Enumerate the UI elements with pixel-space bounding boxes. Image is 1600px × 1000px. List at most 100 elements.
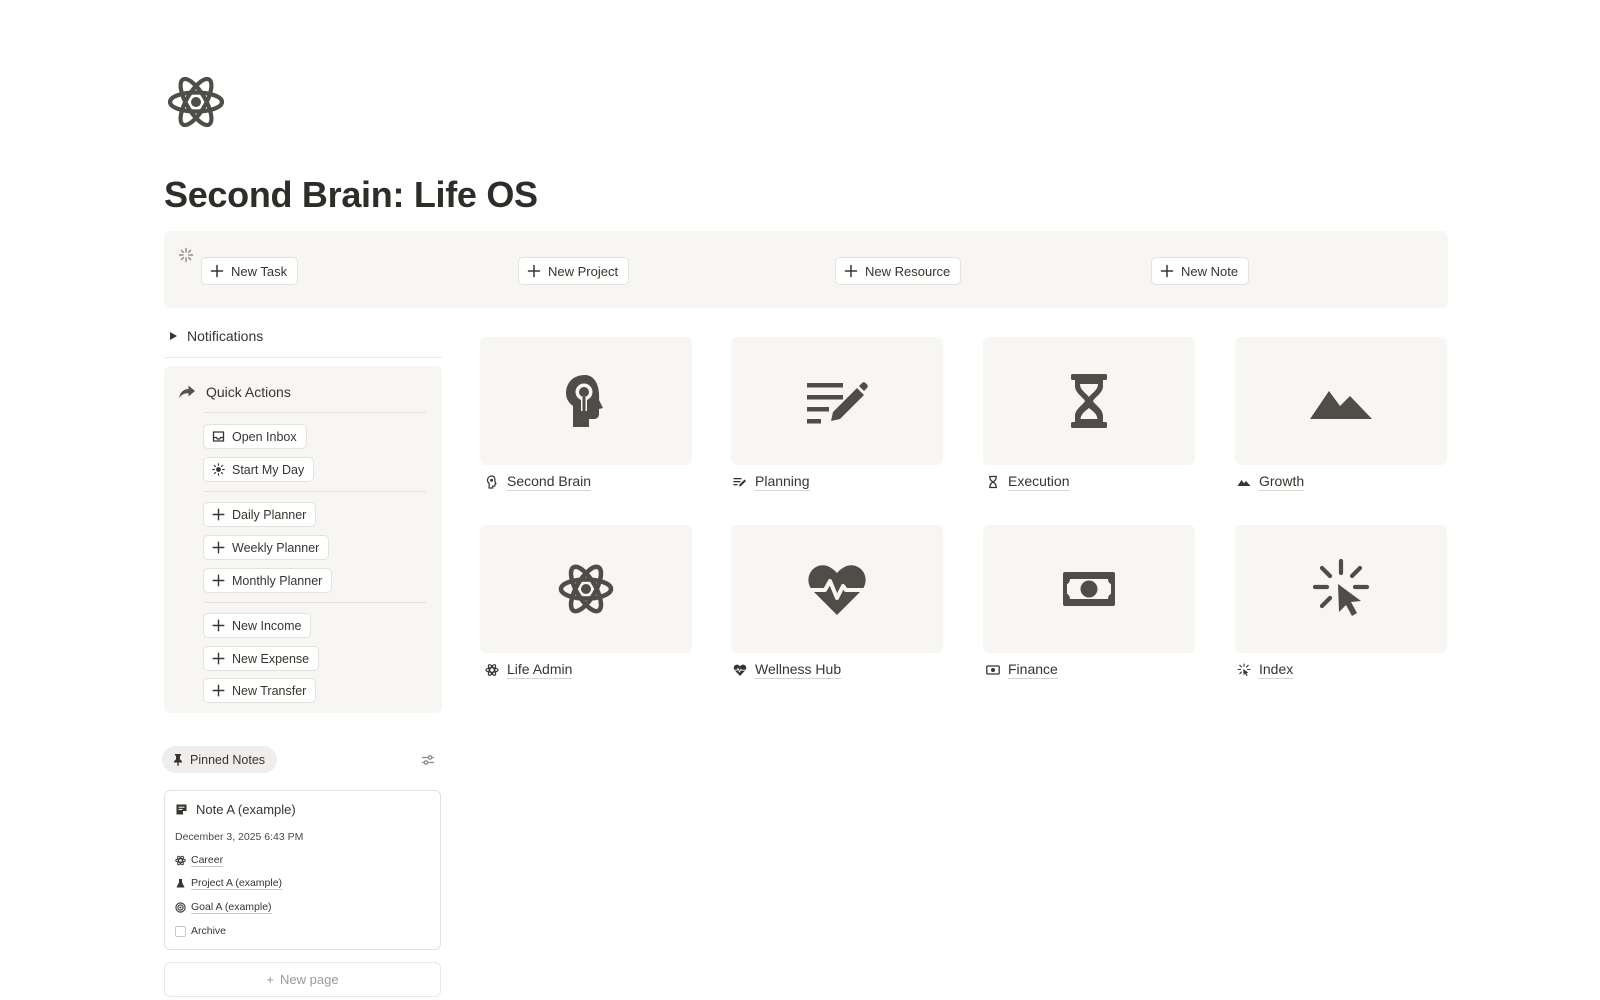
note-date: December 3, 2025 6:43 PM [175, 831, 304, 843]
note-title[interactable]: Note A (example) [175, 802, 296, 817]
tile-planning[interactable] [731, 337, 943, 465]
new-page-button[interactable]: + New page [164, 962, 441, 997]
archive-checkbox[interactable] [175, 925, 186, 937]
tile-life-admin-label[interactable]: Life Admin [485, 661, 573, 679]
weekly-planner-button[interactable]: Weekly Planner [203, 535, 330, 560]
tile-second-brain-text: Second Brain [507, 473, 592, 491]
new-income-button[interactable]: New Income [203, 613, 312, 638]
tile-index-label[interactable]: Index [1237, 661, 1294, 679]
note-goal[interactable]: Goal A (example) [175, 901, 272, 914]
weekly-planner-label: Weekly Planner [232, 540, 320, 555]
monthly-planner-button[interactable]: Monthly Planner [203, 568, 333, 593]
note-area-text: Career [191, 854, 224, 867]
tile-planning-text: Planning [755, 473, 810, 491]
plus-icon [527, 264, 541, 278]
notifications-label: Notifications [187, 328, 264, 344]
note-area[interactable]: Career [175, 854, 224, 867]
target-icon [175, 902, 186, 913]
atom-icon [485, 664, 499, 676]
atom-icon [558, 564, 614, 614]
note-archive[interactable]: Archive [175, 925, 226, 937]
new-expense-label: New Expense [232, 651, 310, 666]
plus-icon [212, 508, 225, 521]
divider [164, 357, 442, 358]
tile-wellness-hub-text: Wellness Hub [755, 661, 842, 679]
flask-icon [176, 879, 185, 888]
atom-icon[interactable] [166, 72, 226, 132]
tile-index[interactable] [1235, 525, 1447, 653]
plus-icon: + [266, 972, 275, 987]
new-note-button[interactable]: New Note [1151, 257, 1250, 285]
quick-create-bar: New Task New Project New Resource New No… [164, 231, 1448, 308]
divider [204, 602, 426, 603]
plus-icon [844, 264, 858, 278]
note-card[interactable]: Note A (example) December 3, 2025 6:43 P… [164, 790, 441, 950]
cursor-click-icon [1237, 663, 1251, 676]
hourglass-icon [1071, 374, 1107, 428]
new-resource-button[interactable]: New Resource [835, 257, 962, 285]
tile-planning-label[interactable]: Planning [733, 473, 810, 491]
plus-icon [212, 574, 225, 587]
tile-finance[interactable] [983, 525, 1195, 653]
heart-pulse-icon [808, 565, 866, 615]
divider [204, 412, 426, 413]
plus-icon [210, 264, 224, 278]
pinned-notes-tab[interactable]: Pinned Notes [162, 746, 278, 773]
plus-icon [212, 684, 225, 697]
tile-wellness-hub-label[interactable]: Wellness Hub [733, 661, 842, 679]
tile-second-brain[interactable] [480, 337, 692, 465]
new-transfer-label: New Transfer [232, 683, 307, 698]
sliders-icon[interactable] [421, 753, 435, 767]
atom-icon [175, 855, 186, 866]
tile-growth-label[interactable]: Growth [1237, 473, 1305, 491]
daily-planner-label: Daily Planner [232, 507, 307, 522]
new-project-button[interactable]: New Project [518, 257, 630, 285]
hourglass-icon [989, 475, 997, 489]
tile-execution-label[interactable]: Execution [986, 473, 1070, 491]
open-inbox-label: Open Inbox [232, 429, 297, 444]
pin-icon [174, 754, 182, 766]
tile-second-brain-label[interactable]: Second Brain [485, 473, 592, 491]
note-icon [176, 804, 187, 815]
tile-growth[interactable] [1235, 337, 1447, 465]
new-income-label: New Income [232, 618, 302, 633]
tile-finance-text: Finance [1008, 661, 1058, 679]
pinned-notes-label: Pinned Notes [190, 752, 266, 767]
sun-icon [212, 463, 225, 476]
open-inbox-button[interactable]: Open Inbox [203, 424, 307, 449]
head-bulb-icon [486, 475, 497, 489]
note-project[interactable]: Project A (example) [175, 877, 283, 890]
quick-actions-title: Quick Actions [206, 384, 291, 400]
divider [204, 491, 426, 492]
new-expense-button[interactable]: New Expense [203, 646, 320, 671]
heart-pulse-icon [733, 664, 747, 676]
new-project-label: New Project [548, 263, 619, 279]
mountain-icon [1310, 391, 1372, 419]
start-my-day-button[interactable]: Start My Day [203, 457, 315, 482]
new-task-label: New Task [231, 263, 288, 279]
plus-icon [212, 652, 225, 665]
list-pencil-icon [807, 382, 868, 424]
tile-index-text: Index [1259, 661, 1294, 679]
tile-life-admin[interactable] [480, 525, 692, 653]
notifications-toggle[interactable]: Notifications [170, 328, 263, 344]
tile-execution[interactable] [983, 337, 1195, 465]
cursor-click-icon [1312, 558, 1370, 616]
monthly-planner-label: Monthly Planner [232, 573, 323, 588]
daily-planner-button[interactable]: Daily Planner [203, 502, 317, 527]
triangle-right-icon [170, 332, 177, 340]
sparkle-icon [178, 247, 194, 263]
new-transfer-button[interactable]: New Transfer [203, 678, 317, 703]
plus-icon [212, 619, 225, 632]
tile-wellness-hub[interactable] [731, 525, 943, 653]
plus-icon [212, 541, 225, 554]
tile-finance-label[interactable]: Finance [986, 661, 1058, 679]
quick-actions-panel: Quick Actions Open Inbox Start My Day Da… [164, 366, 442, 713]
new-resource-label: New Resource [865, 263, 951, 279]
head-bulb-icon [566, 375, 603, 427]
mountain-icon [1237, 480, 1251, 486]
tile-growth-text: Growth [1259, 473, 1305, 491]
new-task-button[interactable]: New Task [201, 257, 299, 285]
start-my-day-label: Start My Day [232, 462, 305, 477]
note-project-text: Project A (example) [191, 877, 283, 890]
